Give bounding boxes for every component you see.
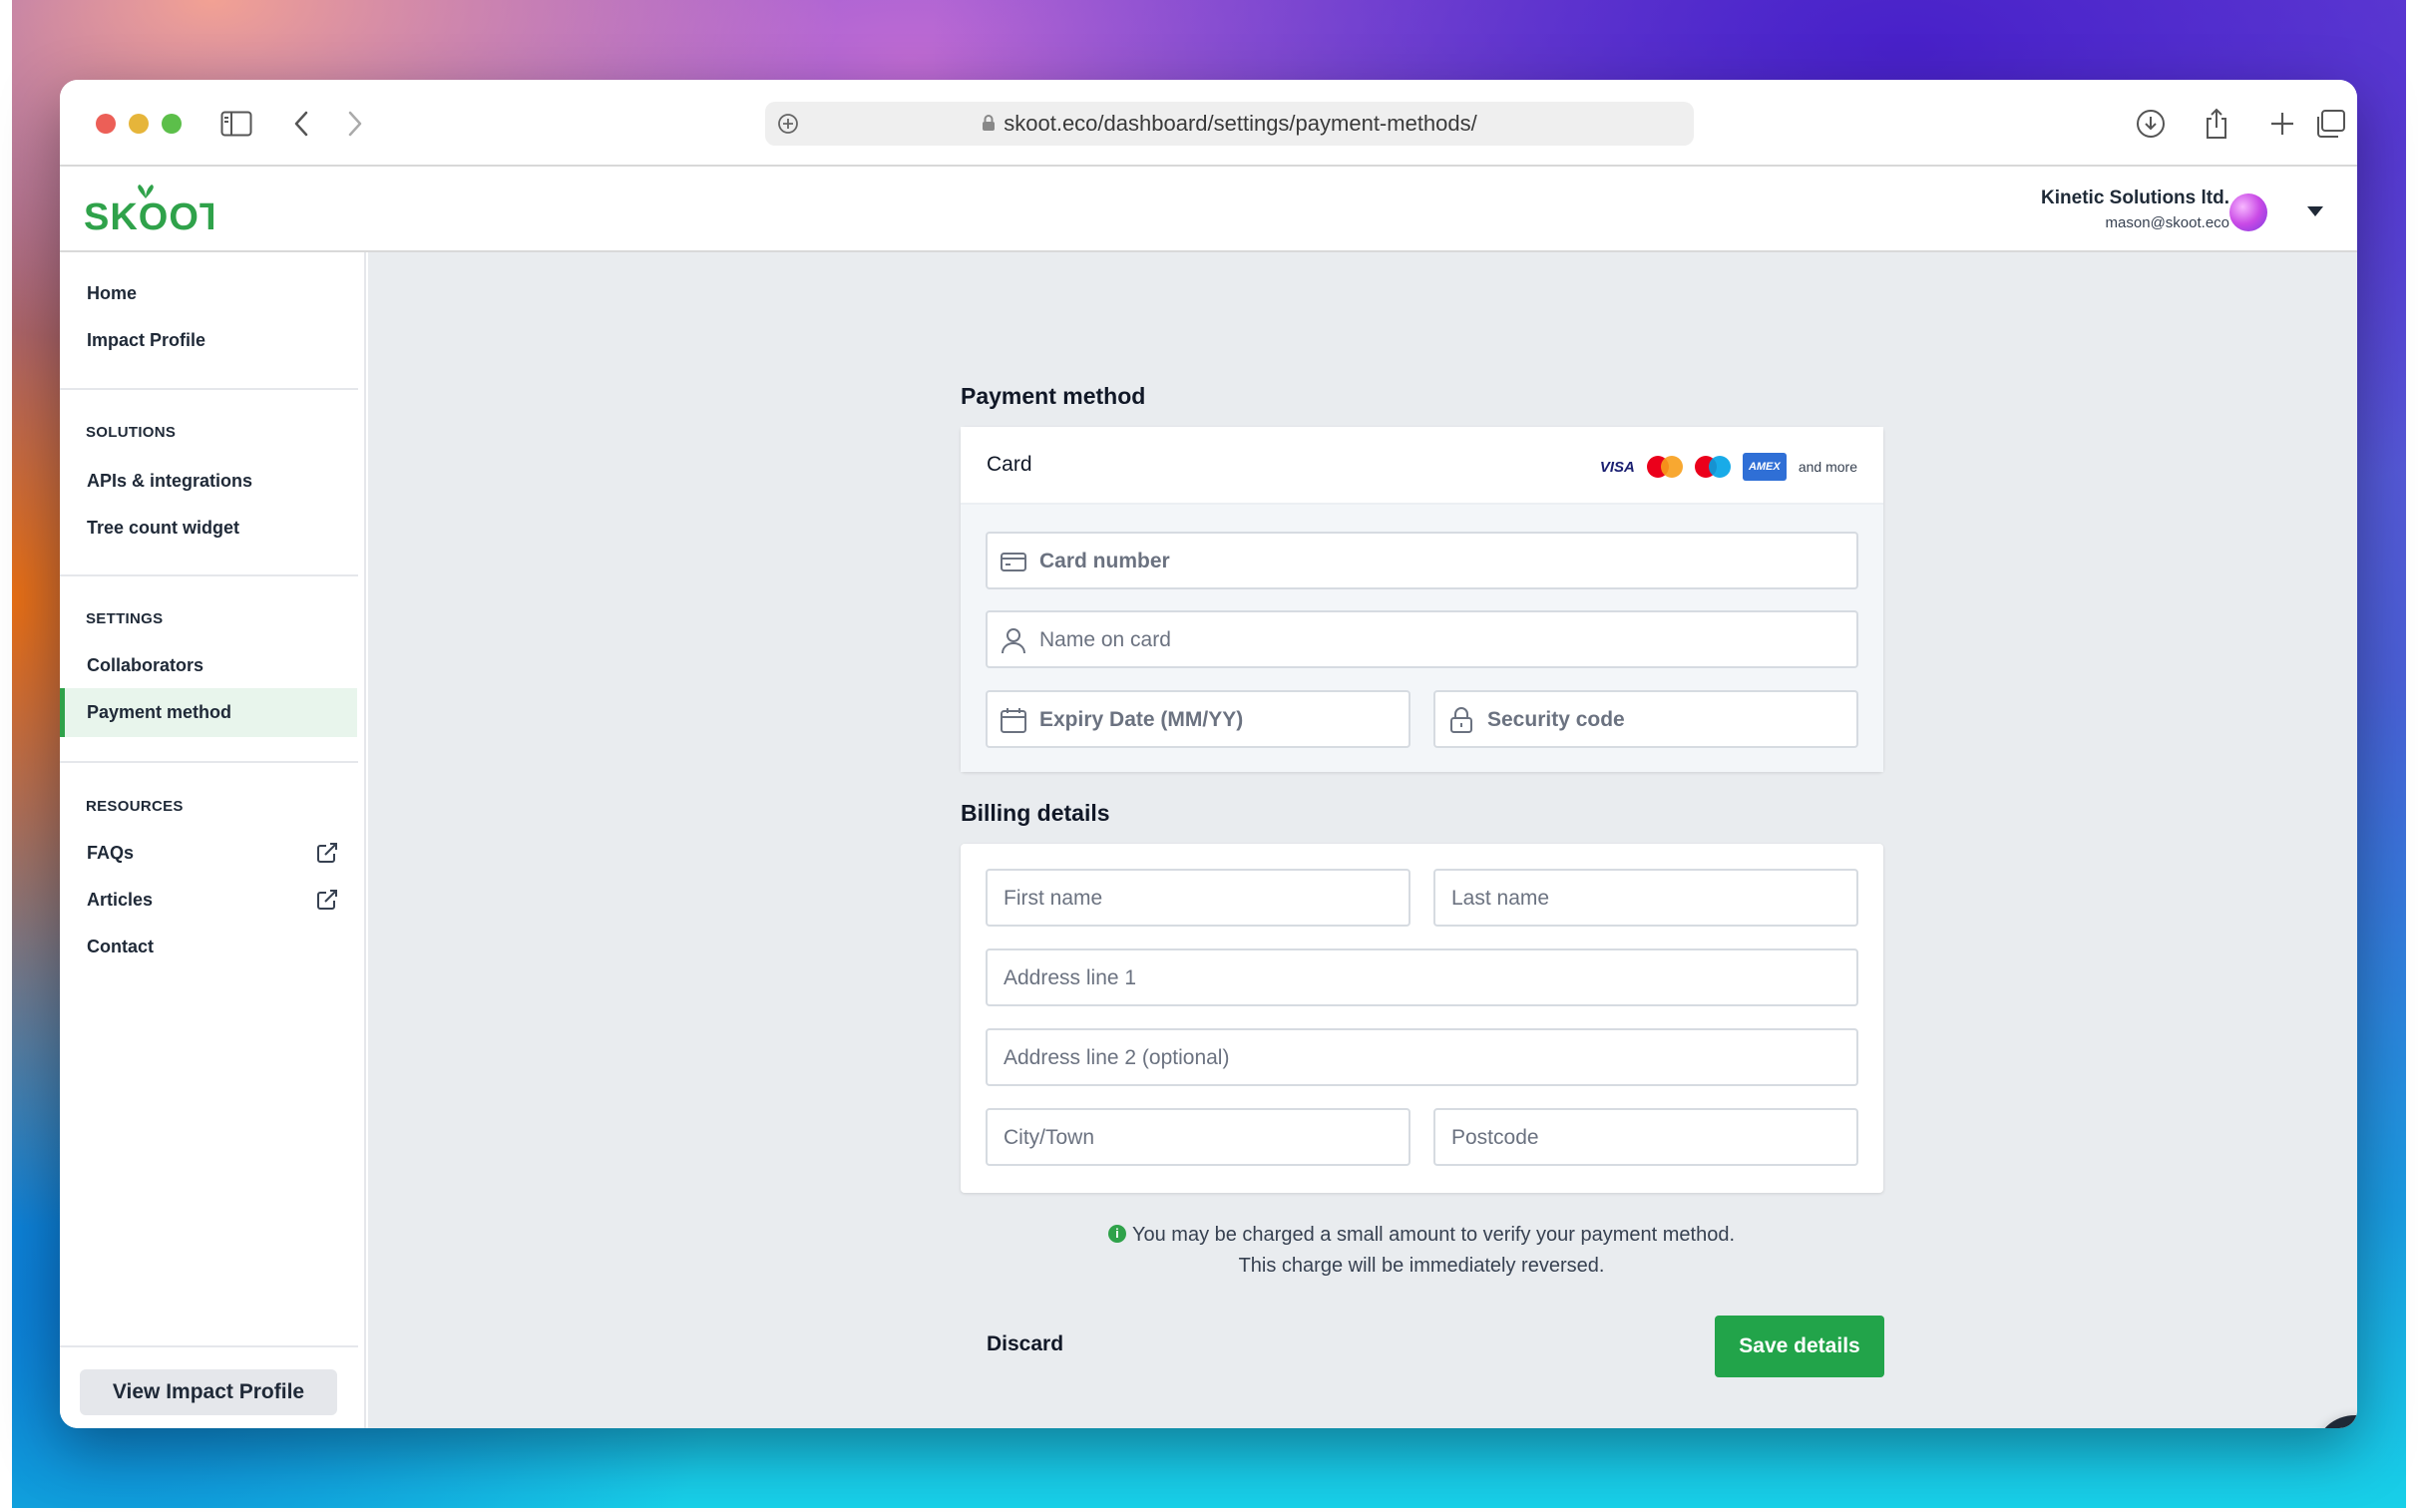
forward-icon[interactable] [335,104,375,144]
zoom-window-button[interactable] [162,114,182,134]
calendar-icon [1000,706,1027,734]
billing-details-panel: First name Last name Address line 1 Addr… [961,844,1883,1193]
credit-card-icon [1000,548,1027,575]
section-title-settings: SETTINGS [86,610,164,627]
sidebar-item-home[interactable]: Home [87,283,137,304]
lock-icon [1447,706,1475,734]
user-email: mason@skoot.eco [2105,214,2229,231]
address-line-2-field[interactable]: Address line 2 (optional) [986,1028,1858,1086]
first-name-placeholder: First name [1004,887,1103,910]
org-name: Kinetic Solutions ltd. [2041,188,2229,208]
postcode-placeholder: Postcode [1451,1126,1539,1149]
sidebar-divider [60,574,358,576]
postcode-field[interactable]: Postcode [1433,1108,1858,1166]
avatar[interactable] [2229,193,2267,231]
card-number-placeholder: Card number [1039,550,1170,572]
main-content: Payment method Card VISA AMEX and more C… [368,252,2357,1428]
card-header: Card VISA AMEX and more [961,427,1883,505]
expiry-date-field[interactable]: Expiry Date (MM/YY) [986,690,1410,748]
first-name-field[interactable]: First name [986,869,1410,927]
app-header: SKOOT Kinetic Solutions ltd. mason@skoot… [60,167,2357,252]
last-name-placeholder: Last name [1451,887,1550,910]
sidebar: Home Impact Profile SOLUTIONS APIs & int… [60,252,366,1428]
card-brands: VISA AMEX and more [1600,452,1857,482]
minimize-window-button[interactable] [129,114,149,134]
new-tab-icon[interactable] [2262,104,2302,144]
expiry-date-placeholder: Expiry Date (MM/YY) [1039,708,1244,731]
external-link-icon[interactable] [315,841,339,865]
notice-line-1: i You may be charged a small amount to ve… [1072,1220,1771,1251]
address-line-1-placeholder: Address line 1 [1004,966,1137,989]
downloads-icon[interactable] [2131,104,2171,144]
and-more-label: and more [1798,459,1857,475]
address-line-1-field[interactable]: Address line 1 [986,948,1858,1006]
maestro-logo [1694,456,1731,478]
sidebar-item-apis[interactable]: APIs & integrations [87,471,252,492]
sidebar-item-impact-profile[interactable]: Impact Profile [87,330,205,351]
payment-method-title: Payment method [961,383,1146,409]
discard-label: Discard [987,1332,1064,1355]
view-impact-profile-button[interactable]: View Impact Profile [80,1369,337,1415]
billing-details-title: Billing details [961,800,1110,826]
notice-line-1-text: You may be charged a small amount to ver… [1131,1224,1736,1246]
browser-toolbar: skoot.eco/dashboard/settings/payment-met… [60,80,2357,167]
close-window-button[interactable] [96,114,116,134]
sidebar-divider [60,761,358,763]
payment-card-panel: Card VISA AMEX and more Card number Name… [961,427,1883,772]
logo-text: SKOOT [84,196,213,234]
address-line-2-placeholder: Address line 2 (optional) [1004,1046,1230,1069]
security-code-placeholder: Security code [1487,708,1625,731]
browser-window: skoot.eco/dashboard/settings/payment-met… [60,80,2357,1428]
section-title-solutions: SOLUTIONS [86,424,177,441]
discard-button[interactable]: Discard [987,1332,1063,1356]
url-text: skoot.eco/dashboard/settings/payment-met… [1004,111,1477,136]
address-bar[interactable]: skoot.eco/dashboard/settings/payment-met… [765,102,1694,146]
verification-notice: i You may be charged a small amount to ve… [1072,1220,1771,1282]
visa-logo: VISA [1599,458,1635,476]
external-link-icon[interactable] [315,888,339,912]
city-placeholder: City/Town [1004,1126,1095,1149]
lock-icon [982,103,996,147]
section-title-resources: RESOURCES [86,798,184,815]
sidebar-item-payment-method[interactable]: Payment method [87,702,231,723]
security-code-field[interactable]: Security code [1433,690,1858,748]
name-on-card-field[interactable]: Name on card [986,610,1858,668]
card-label: Card [987,453,1032,476]
sidebar-item-faqs[interactable]: FAQs [87,843,134,864]
share-icon[interactable] [2197,104,2236,144]
amex-logo: AMEX [1742,453,1787,481]
last-name-field[interactable]: Last name [1433,869,1858,927]
tab-overview-icon[interactable] [2310,104,2350,144]
sidebar-item-collaborators[interactable]: Collaborators [87,655,203,676]
mastercard-logo [1646,456,1683,478]
chevron-down-icon[interactable] [2307,206,2323,216]
user-icon [1000,626,1027,654]
sidebar-toggle-icon[interactable] [216,104,256,144]
city-field[interactable]: City/Town [986,1108,1410,1166]
sidebar-item-contact[interactable]: Contact [87,937,154,957]
name-on-card-placeholder: Name on card [1039,628,1171,651]
url-display: skoot.eco/dashboard/settings/payment-met… [765,102,1694,146]
info-icon: i [1107,1224,1126,1243]
sidebar-item-articles[interactable]: Articles [87,890,153,911]
back-icon[interactable] [281,104,321,144]
sidebar-divider [60,388,358,390]
save-details-button[interactable]: Save details [1715,1316,1884,1377]
notice-line-2: This charge will be immediately reversed… [1238,1255,1605,1277]
skoot-logo[interactable]: SKOOT [84,185,222,239]
sidebar-divider [60,1345,358,1347]
sidebar-item-tree-count-widget[interactable]: Tree count widget [87,518,239,539]
card-number-field[interactable]: Card number [986,532,1858,589]
